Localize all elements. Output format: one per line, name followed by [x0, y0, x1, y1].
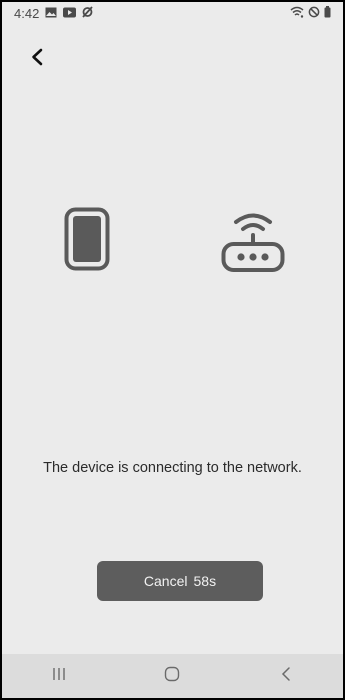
- youtube-icon: [63, 6, 77, 21]
- router-wifi-icon: [216, 206, 290, 277]
- status-right: [290, 5, 331, 21]
- sync-off-icon: [82, 5, 93, 21]
- recents-button[interactable]: [29, 654, 89, 698]
- battery-icon: [324, 5, 331, 21]
- status-left: 4:42: [14, 6, 93, 21]
- connection-illustration: [2, 192, 343, 282]
- phone-icon: [64, 207, 110, 276]
- chevron-left-icon: [30, 48, 44, 71]
- back-button[interactable]: [24, 46, 50, 72]
- back-icon: [281, 666, 291, 687]
- navigation-bar: [2, 654, 343, 698]
- home-icon: [164, 666, 180, 687]
- countdown-timer: 58s: [193, 573, 217, 589]
- image-icon: [45, 6, 57, 21]
- status-time: 4:42: [14, 5, 40, 21]
- nav-back-button[interactable]: [256, 654, 316, 698]
- do-not-disturb-icon: [308, 6, 320, 21]
- status-bar: 4:42: [2, 2, 343, 24]
- wifi-icon: [290, 6, 304, 21]
- home-button[interactable]: [142, 654, 202, 698]
- cancel-label: Cancel: [143, 573, 188, 589]
- recents-icon: [52, 667, 66, 686]
- status-message: The device is connecting to the network.: [43, 460, 302, 476]
- cancel-button[interactable]: Cancel 58s: [97, 561, 263, 601]
- app-screen: 4:42 The device is connecting to the net…: [0, 0, 345, 700]
